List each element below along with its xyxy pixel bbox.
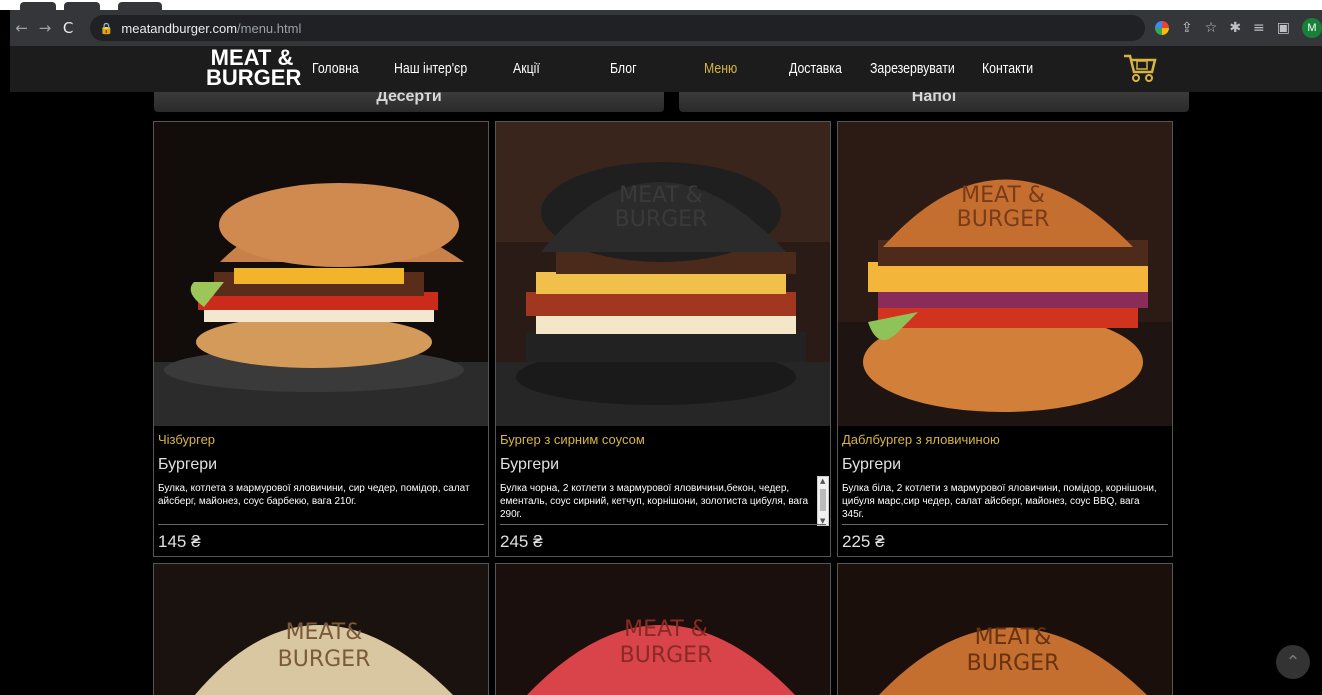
nav-blog[interactable]: Блог: [610, 60, 637, 77]
red-bun-burger-photo: MEAT & BURGER: [496, 564, 830, 695]
item-price: 225 ₴: [842, 532, 885, 551]
url-host: meatandburger.com: [121, 20, 238, 36]
lock-icon[interactable]: 🔒: [100, 22, 114, 35]
black-bun-burger-photo: MEAT & BURGER: [496, 122, 830, 426]
svg-text:MEAT&: MEAT&: [286, 620, 363, 645]
item-description: Булка біла, 2 котлети з мармурової ялови…: [842, 483, 1157, 520]
svg-text:BURGER: BURGER: [957, 207, 1050, 232]
menu-card[interactable]: MEAT& BURGER: [153, 563, 489, 695]
extensions-puzzle-icon[interactable]: ✱: [1229, 20, 1241, 36]
menu-card[interactable]: MEAT & BURGER Бургер з сирним соусом Бур…: [495, 121, 831, 557]
browser-tab[interactable]: [118, 2, 162, 10]
browser-toolbar: ← → C 🔒 meatandburger.com /menu.html ⇪ ☆…: [10, 10, 1322, 46]
bookmark-star-icon[interactable]: ☆: [1205, 20, 1218, 36]
nav-reserve[interactable]: Зарезервувати: [870, 60, 955, 77]
nav-menu[interactable]: Меню: [704, 60, 737, 77]
divider: [842, 524, 1168, 525]
nav-interior[interactable]: Наш інтер'єр: [394, 60, 467, 77]
item-title[interactable]: Даблбургер з яловичиною: [842, 432, 1000, 447]
category-desserts-label: Десерти: [376, 92, 442, 105]
item-price: 245 ₴: [500, 532, 543, 551]
back-icon[interactable]: ←: [10, 16, 33, 40]
item-category: Бургери: [842, 456, 902, 473]
scroll-to-top-button[interactable]: ⌃: [1276, 645, 1310, 679]
item-title[interactable]: Чізбургер: [158, 432, 215, 447]
cheeseburger-photo: [154, 122, 488, 426]
browser-tabstrip: [0, 0, 1322, 10]
share-icon[interactable]: ⇪: [1181, 20, 1193, 36]
scrollbar-thumb[interactable]: [820, 489, 826, 511]
brown-bun-burger-photo: MEAT& BURGER: [838, 564, 1172, 695]
svg-text:MEAT &: MEAT &: [624, 617, 708, 642]
reading-list-icon[interactable]: ≡: [1253, 20, 1265, 36]
item-price: 145 ₴: [158, 532, 201, 551]
item-category: Бургери: [500, 456, 560, 473]
menu-card[interactable]: MEAT & BURGER: [495, 563, 831, 695]
nav-promotions[interactable]: Акції: [513, 60, 540, 77]
divider: [500, 524, 826, 525]
logo-line-2: BURGER: [206, 65, 302, 90]
herb-bun-burger-photo: MEAT& BURGER: [154, 564, 488, 695]
url-path: /menu.html: [237, 20, 302, 36]
chevron-up-icon: ⌃: [1285, 651, 1301, 673]
svg-text:MEAT &: MEAT &: [961, 183, 1045, 208]
side-panel-icon[interactable]: ▣: [1277, 20, 1290, 36]
svg-text:MEAT &: MEAT &: [619, 183, 703, 208]
menu-card[interactable]: MEAT& BURGER: [837, 563, 1173, 695]
svg-text:BURGER: BURGER: [278, 647, 371, 672]
menu-card[interactable]: Чізбургер Бургери Булка, котлета з марму…: [153, 121, 489, 557]
category-drinks[interactable]: Напої: [679, 92, 1189, 112]
svg-text:BURGER: BURGER: [967, 651, 1060, 676]
browser-tab[interactable]: [64, 2, 100, 10]
extension-area: ⇪ ☆ ✱ ≡ ▣ M: [1155, 18, 1322, 38]
double-beef-burger-photo: MEAT & BURGER: [838, 122, 1172, 426]
site-logo[interactable]: MEAT & BURGER: [206, 47, 302, 90]
profile-avatar[interactable]: M: [1302, 18, 1322, 38]
site-header: MEAT & BURGER Головна Наш інтер'єр Акції…: [10, 46, 1322, 92]
svg-text:BURGER: BURGER: [620, 643, 713, 668]
item-category: Бургери: [158, 456, 218, 473]
item-description: Булка чорна, 2 котлети з мармурової ялов…: [500, 483, 809, 520]
category-drinks-label: Напої: [911, 92, 957, 105]
forward-icon[interactable]: →: [33, 16, 56, 40]
browser-tab[interactable]: [20, 2, 56, 10]
google-icon[interactable]: [1155, 21, 1170, 35]
category-desserts[interactable]: Десерти: [154, 92, 664, 112]
menu-card[interactable]: MEAT & BURGER Даблбургер з яловичиною Бу…: [837, 121, 1173, 557]
description-scrollbar[interactable]: ▲ ▼: [817, 476, 829, 526]
svg-text:MEAT&: MEAT&: [975, 625, 1052, 650]
item-title[interactable]: Бургер з сирним соусом: [500, 432, 645, 447]
reload-icon[interactable]: C: [56, 16, 79, 40]
address-bar[interactable]: 🔒 meatandburger.com /menu.html: [89, 15, 1146, 41]
scroll-up-icon[interactable]: ▲: [820, 477, 825, 485]
divider: [158, 524, 484, 525]
nav-delivery[interactable]: Доставка: [789, 60, 842, 77]
nav-contacts[interactable]: Контакти: [982, 60, 1033, 77]
item-description: Булка, котлета з мармурової яловичини, с…: [158, 483, 470, 507]
nav-home[interactable]: Головна: [312, 60, 359, 77]
cart-icon[interactable]: [1122, 52, 1158, 84]
svg-text:BURGER: BURGER: [615, 207, 708, 232]
